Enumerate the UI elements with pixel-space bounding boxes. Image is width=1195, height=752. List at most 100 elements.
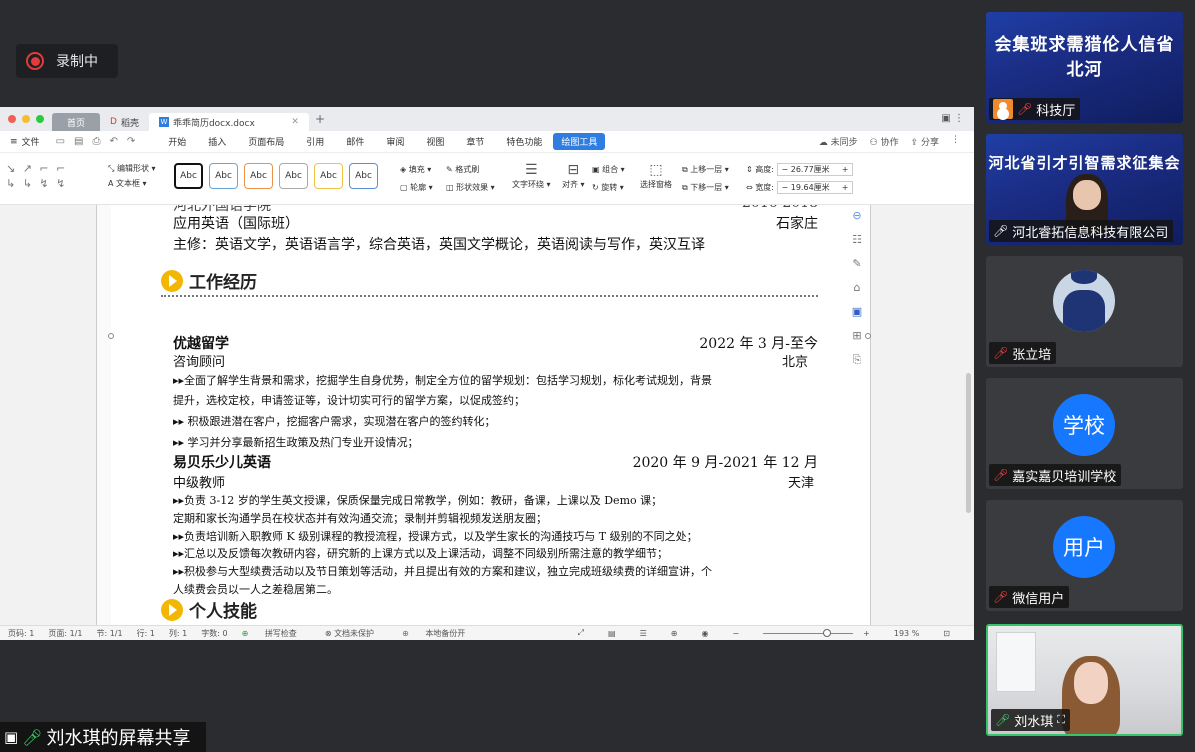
close-window-icon[interactable] <box>8 115 16 123</box>
fullscreen-icon[interactable]: ⤢ <box>578 628 584 638</box>
zoom-slider-thumb[interactable] <box>823 628 832 637</box>
edit-shape-button[interactable]: ⤡ 编辑形状 ▾ <box>108 161 156 176</box>
participant-tile[interactable]: 🎤︎ 张立培 <box>986 256 1183 367</box>
textbox-button[interactable]: A 文本框 ▾ <box>108 176 156 191</box>
translate-icon[interactable]: ⎘ <box>853 353 862 367</box>
textbox-label: 文本框 <box>116 179 141 188</box>
protect-status[interactable]: ⊗ 文档未保护 <box>325 628 388 639</box>
section-skills-title: 个人技能 <box>189 602 257 622</box>
job1-title: 咨询顾问 <box>173 355 226 370</box>
tab-daoke[interactable]: D 稻壳 <box>100 113 149 131</box>
pen-icon[interactable]: ✎ <box>852 257 861 270</box>
select-pane-label: 选择窗格 <box>640 180 672 189</box>
more-icon[interactable]: ⋮ <box>951 135 960 148</box>
collab-button[interactable]: ⚇ 协作 <box>870 135 899 148</box>
participant-name-tag: 🎤︎ 河北睿拓信息科技有限公司 <box>989 220 1174 242</box>
zoom-out-icon[interactable]: − <box>732 629 739 638</box>
participant-tile[interactable]: 用户 🎤︎ 微信用户 <box>986 500 1183 611</box>
job2-bullet: ▸▸负责 3-12 岁的学生英文授课，保质保量完成日常教学，例如：教研，备课，上… <box>173 494 663 507</box>
style-swatch[interactable]: Abc <box>244 163 273 189</box>
menu-view[interactable]: 视图 <box>415 135 455 148</box>
web-view-icon[interactable]: ⊕ <box>671 629 678 638</box>
rotate-button[interactable]: ↻ 旋转 ▾ <box>592 179 625 197</box>
shape-effect-button[interactable]: ◫ 形状效果 ▾ <box>446 179 495 197</box>
backup-status[interactable]: ⊕ 本地备份开 <box>402 628 479 639</box>
menu-layout[interactable]: 页面布局 <box>237 135 295 148</box>
text-wrap-button[interactable]: ☰ 文字环绕 ▾ <box>512 161 551 190</box>
section-arrow-icon <box>161 269 183 292</box>
menu-features[interactable]: 特色功能 <box>495 135 553 148</box>
maximize-window-icon[interactable] <box>36 115 44 123</box>
align-button[interactable]: ⊟ 对齐 ▾ <box>562 161 585 190</box>
page-view-icon[interactable]: ▤ <box>608 629 616 638</box>
tab-home[interactable]: 首页 <box>52 113 100 131</box>
spell-check-button[interactable]: ⊕ 拼写检查 <box>242 628 311 639</box>
zoom-in-icon[interactable]: + <box>863 629 870 638</box>
menu-mail[interactable]: 邮件 <box>335 135 375 148</box>
zoom-slider[interactable] <box>763 628 854 637</box>
style-panel-icon[interactable]: ☷ <box>852 233 862 246</box>
style-swatch[interactable]: Abc <box>209 163 238 189</box>
resize-handle[interactable] <box>108 333 114 339</box>
participant-name-tag: 🎤︎ 张立培 <box>989 342 1057 364</box>
minimize-window-icon[interactable] <box>22 115 30 123</box>
send-backward-button[interactable]: ⧉ 下移一层 ▾ <box>682 179 729 197</box>
height-input[interactable]: − 26.77厘米 + <box>776 163 853 176</box>
menu-chapter[interactable]: 章节 <box>455 135 495 148</box>
share-button[interactable]: ⇪ 分享 <box>911 135 939 148</box>
format-brush-button[interactable]: ✎ 格式刷 <box>446 161 495 179</box>
bring-forward-button[interactable]: ⧉ 上移一层 ▾ <box>682 161 729 179</box>
style-swatch[interactable]: Abc <box>349 163 378 189</box>
group-button[interactable]: ▣ 组合 ▾ <box>592 161 625 179</box>
width-value: 19.64厘米 <box>790 183 830 192</box>
avatar <box>1053 270 1115 332</box>
document-page[interactable]: 河北外国语学院 2016-2018 应用英语（国际班） 石家庄 主修：英语文学，… <box>96 205 871 625</box>
eye-icon[interactable]: ◉ <box>701 629 708 638</box>
menu-insert[interactable]: 插入 <box>197 135 237 148</box>
new-tab-icon[interactable]: + <box>315 112 325 126</box>
tab-document[interactable]: W 乖乖简历docx.docx ✕ <box>148 113 309 131</box>
participant-tile-active[interactable]: 🎤︎ 刘水琪 ⛶ <box>986 624 1183 736</box>
outline-view-icon[interactable]: ☰ <box>640 629 647 638</box>
open-icon[interactable]: ▭ <box>56 136 65 147</box>
eraser-icon[interactable]: ⌂ <box>854 281 861 294</box>
file-menu[interactable]: ≡ 文件 <box>0 135 48 149</box>
undo-icon[interactable]: ↶ <box>109 136 117 147</box>
share-label: 分享 <box>920 138 939 148</box>
menu-reference[interactable]: 引用 <box>295 135 335 148</box>
select-pane-button[interactable]: ⬚ 选择窗格 <box>640 161 672 190</box>
unsynced-button[interactable]: ☁ 未同步 <box>819 135 858 148</box>
width-input[interactable]: − 19.64厘米 + <box>776 181 853 194</box>
host-icon: ⛶ <box>1057 713 1065 726</box>
menu-start[interactable]: 开始 <box>157 135 197 148</box>
backup-icon: ⊕ <box>402 628 409 638</box>
participant-tile[interactable]: 会集班求需猎伦人信省北河 🎤︎ 科技厅 <box>986 12 1183 123</box>
style-swatch[interactable]: Abc <box>174 163 203 189</box>
outline-button[interactable]: ▢ 轮廓 ▾ <box>400 179 433 197</box>
job1-company: 优越留学 <box>173 336 229 352</box>
recording-indicator[interactable]: 录制中 <box>16 44 118 78</box>
connector-shapes-gallery[interactable]: ↘ ↗ ⌐ ⌐ ↳ ↳ ↯ ↯ <box>6 161 96 191</box>
print-icon[interactable]: ⎙ <box>92 136 100 147</box>
menu-review[interactable]: 审阅 <box>375 135 415 148</box>
window-menu-icon[interactable]: ▣ ⋮ <box>941 113 964 124</box>
participant-tile[interactable]: 河北省引才引智需求征集会 🎤︎ 河北睿拓信息科技有限公司 <box>986 134 1183 245</box>
mic-on-icon: 🎤︎ <box>993 224 1009 238</box>
menu-drawing-tools[interactable]: 绘图工具 <box>553 133 606 150</box>
layout-icon[interactable]: ⊞ <box>852 329 861 342</box>
close-tab-icon[interactable]: ✕ <box>291 117 299 127</box>
participant-tile[interactable]: 学校 🎤︎ 嘉实嘉贝培训学校 <box>986 378 1183 489</box>
fill-button[interactable]: ◈ 填充 ▾ <box>400 161 433 179</box>
frame-icon[interactable]: ▣ <box>852 305 862 318</box>
save-icon[interactable]: ▤ <box>74 136 83 147</box>
vertical-scrollbar[interactable] <box>964 205 974 625</box>
redo-icon[interactable]: ↷ <box>127 136 135 147</box>
mic-off-icon: 🎤︎ <box>993 590 1009 604</box>
tab-daoke-label: 稻壳 <box>120 118 139 129</box>
height-row: ⇕ 高度: − 26.77厘米 + <box>746 161 853 179</box>
fit-page-icon[interactable]: ⊡ <box>943 629 950 638</box>
style-swatch[interactable]: Abc <box>314 163 343 189</box>
minus-circle-icon[interactable]: ⊖ <box>852 209 861 222</box>
scrollbar-thumb[interactable] <box>966 373 971 513</box>
style-swatch[interactable]: Abc <box>279 163 308 189</box>
